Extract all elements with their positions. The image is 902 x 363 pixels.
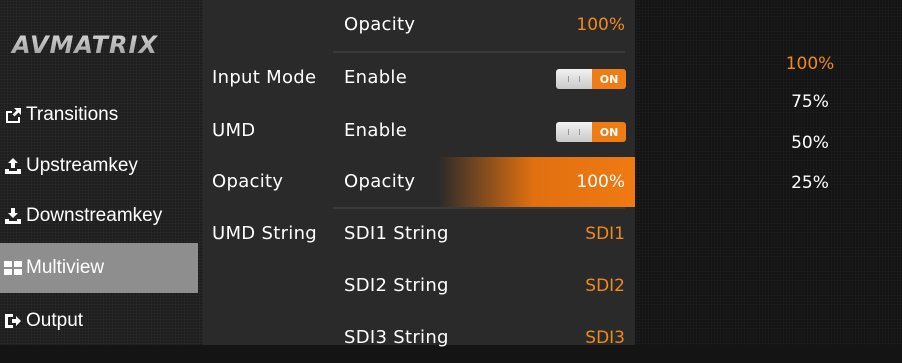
setting-item-label: SDI2 String: [344, 275, 449, 296]
sidebar-item-label: Transitions: [26, 104, 119, 125]
setting-row-sdi1-string[interactable]: UMD String SDI1 String SDI1: [203, 209, 635, 259]
setting-row-opacity-selected[interactable]: Opacity Opacity 100%: [203, 157, 635, 207]
setting-item-label: Opacity: [344, 14, 416, 35]
umd-toggle[interactable]: ON: [556, 122, 626, 142]
setting-item-label: SDI3 String: [344, 327, 449, 348]
option-25[interactable]: 25%: [765, 163, 855, 203]
setting-value: SDI3: [585, 328, 625, 348]
setting-value: SDI2: [585, 276, 625, 296]
setting-item-label: Enable: [344, 67, 408, 88]
output-icon: [2, 311, 24, 331]
setting-category-label: Opacity: [212, 171, 284, 192]
sidebar-item-transitions[interactable]: Transitions: [0, 90, 198, 140]
sidebar-item-multiview[interactable]: Multiview: [0, 243, 198, 293]
toggle-knob: [556, 69, 592, 89]
setting-value: SDI1: [585, 224, 625, 244]
settings-panel: Opacity 100% Input Mode Enable ON UMD En…: [203, 0, 635, 348]
setting-row-sdi2-string[interactable]: SDI2 String SDI2: [203, 261, 635, 311]
sidebar: AVMATRIX Transitions Upstreamkey Downstr…: [0, 0, 203, 345]
sidebar-item-label: Output: [26, 310, 84, 331]
setting-value: 100%: [576, 172, 625, 192]
toggle-knob: [556, 122, 592, 142]
grid-icon: [2, 258, 24, 278]
svg-text:AVMATRIX: AVMATRIX: [10, 31, 158, 59]
toggle-state-label: ON: [592, 122, 626, 142]
setting-row-sdi3-string[interactable]: SDI3 String SDI3: [203, 313, 635, 363]
opacity-option-list: 100% 75% 50% 25%: [635, 0, 902, 345]
sidebar-item-upstreamkey[interactable]: Upstreamkey: [0, 141, 198, 191]
setting-category-label: UMD: [212, 120, 256, 141]
sidebar-item-label: Multiview: [26, 257, 105, 278]
option-75[interactable]: 75%: [765, 82, 855, 122]
setting-item-label: Opacity: [344, 171, 416, 192]
setting-row-umd[interactable]: UMD Enable ON: [203, 106, 635, 156]
share-icon: [2, 105, 24, 125]
toggle-state-label: ON: [592, 69, 626, 89]
brand-logo: AVMATRIX: [10, 28, 190, 62]
setting-item-label: Enable: [344, 120, 408, 141]
input-mode-toggle[interactable]: ON: [556, 69, 626, 89]
setting-category-label: Input Mode: [212, 67, 317, 88]
setting-row-opacity-top[interactable]: Opacity 100%: [203, 0, 635, 50]
upload-icon: [2, 156, 24, 176]
setting-row-input-mode[interactable]: Input Mode Enable ON: [203, 53, 635, 103]
setting-value: 100%: [576, 15, 625, 35]
sidebar-item-output[interactable]: Output: [0, 296, 198, 346]
setting-item-label: SDI1 String: [344, 223, 449, 244]
download-icon: [2, 206, 24, 226]
sidebar-item-label: Downstreamkey: [26, 205, 163, 226]
sidebar-item-label: Upstreamkey: [26, 155, 138, 176]
setting-category-label: UMD String: [212, 223, 318, 244]
sidebar-item-downstreamkey[interactable]: Downstreamkey: [0, 191, 198, 241]
option-50[interactable]: 50%: [765, 123, 855, 163]
option-100[interactable]: 100%: [765, 44, 855, 84]
